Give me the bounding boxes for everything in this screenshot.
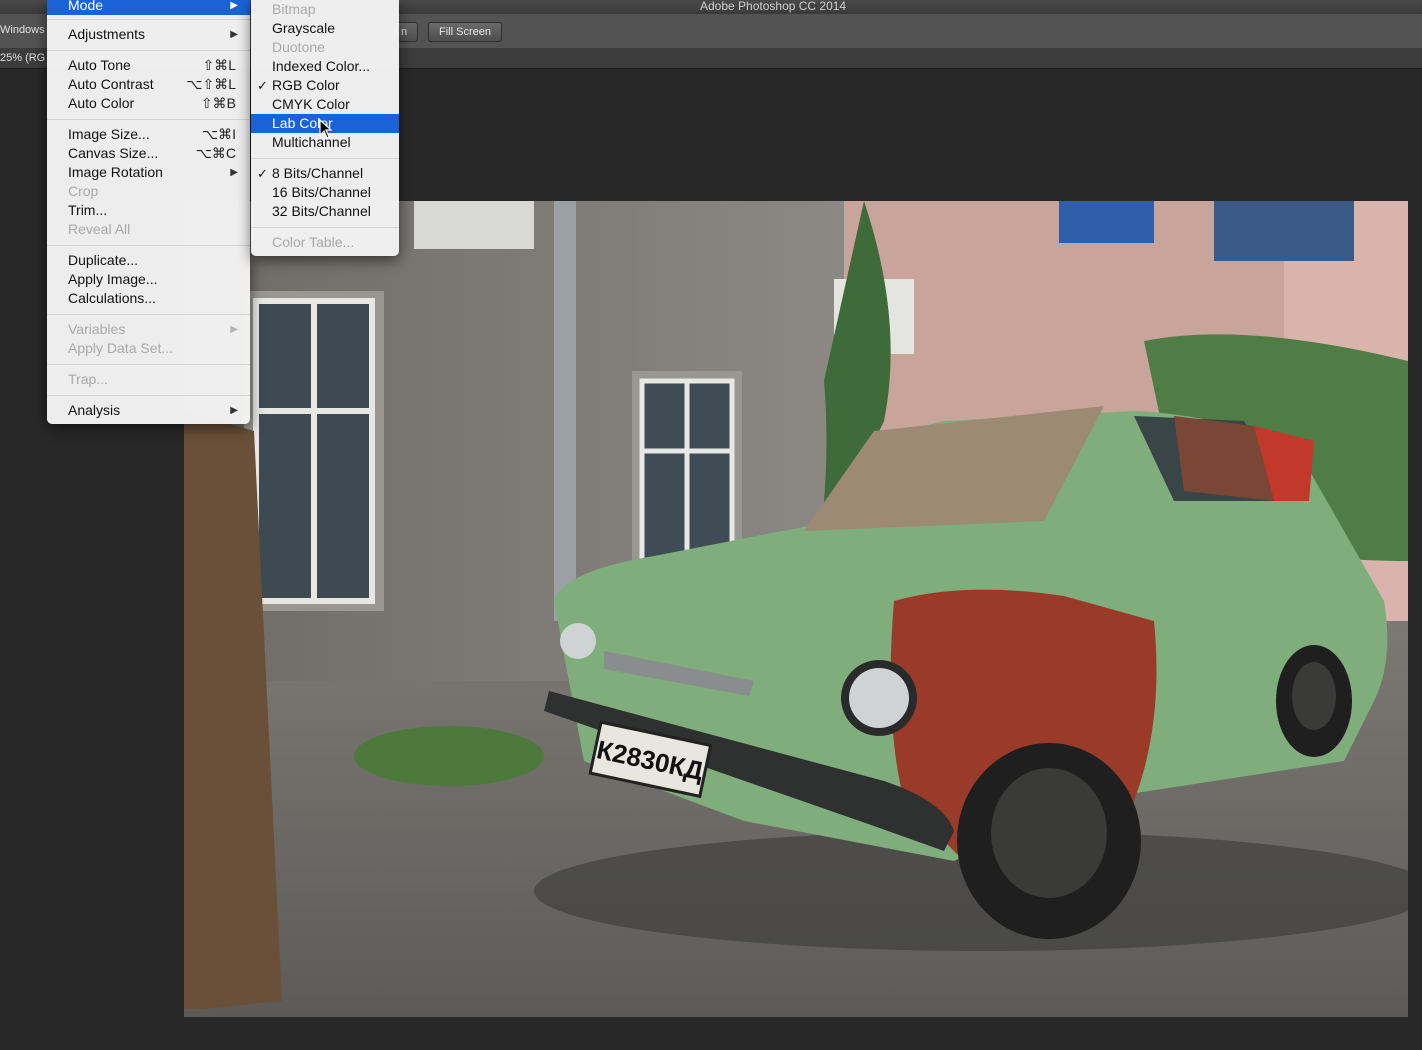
menu-item-label: Variables <box>68 321 126 337</box>
menu-item-label: Auto Contrast <box>68 76 154 92</box>
menu-item-auto-contrast[interactable]: Auto Contrast ⌥⇧⌘L <box>47 75 250 94</box>
menu-item-label: RGB Color <box>272 77 340 93</box>
menu-separator <box>47 50 250 51</box>
mode-item-cmyk-color[interactable]: CMYK Color <box>251 95 399 114</box>
shortcut-label: ⌥⌘I <box>201 126 236 142</box>
menu-separator <box>251 227 399 228</box>
menu-separator <box>47 119 250 120</box>
mode-item-bitmap: Bitmap <box>251 0 399 19</box>
menu-item-label: 16 Bits/Channel <box>272 184 371 200</box>
menu-item-trim[interactable]: Trim... <box>47 201 250 220</box>
menu-item-analysis[interactable]: Analysis ▶ <box>47 401 250 420</box>
menu-item-image-rotation[interactable]: Image Rotation ▶ <box>47 163 250 182</box>
menu-item-label: Apply Image... <box>68 271 158 287</box>
menu-item-auto-color[interactable]: Auto Color ⇧⌘B <box>47 94 250 113</box>
menu-item-label: Mode <box>68 0 104 13</box>
mode-item-indexed-color[interactable]: Indexed Color... <box>251 57 399 76</box>
menu-item-trap: Trap... <box>47 370 250 389</box>
menu-item-apply-image[interactable]: Apply Image... <box>47 270 250 289</box>
photo-illustration: К2830КД <box>184 201 1408 1017</box>
menu-item-label: Duplicate... <box>68 252 139 268</box>
menu-separator <box>251 158 399 159</box>
windows-label: Windows <box>0 24 45 36</box>
menu-item-label: 8 Bits/Channel <box>272 165 364 181</box>
mode-item-16-bits[interactable]: 16 Bits/Channel <box>251 183 399 202</box>
menu-item-label: Trap... <box>68 371 108 387</box>
checkmark-icon: ✓ <box>257 166 268 181</box>
menu-item-label: 32 Bits/Channel <box>272 203 371 219</box>
menu-item-calculations[interactable]: Calculations... <box>47 289 250 308</box>
menu-item-label: Crop <box>68 183 99 199</box>
menu-item-label: Duotone <box>272 39 325 55</box>
shortcut-label: ⇧⌘B <box>200 95 236 111</box>
menu-item-label: CMYK Color <box>272 96 350 112</box>
menu-item-label: Image Size... <box>68 126 150 142</box>
submenu-arrow-icon: ▶ <box>230 324 238 335</box>
menu-separator <box>47 245 250 246</box>
menu-item-crop: Crop <box>47 182 250 201</box>
menu-item-mode[interactable]: Mode ▶ <box>47 0 250 15</box>
menu-item-label: Auto Color <box>68 95 135 111</box>
menu-item-label: Calculations... <box>68 290 156 306</box>
menu-item-label: Apply Data Set... <box>68 340 174 356</box>
shortcut-label: ⇧⌘L <box>202 57 236 73</box>
menu-separator <box>47 395 250 396</box>
mouse-cursor-icon <box>319 119 333 139</box>
menu-item-label: Adjustments <box>68 26 146 42</box>
menu-item-label: Bitmap <box>272 1 316 17</box>
menu-item-canvas-size[interactable]: Canvas Size... ⌥⌘C <box>47 144 250 163</box>
menu-item-label: Canvas Size... <box>68 145 159 161</box>
menu-item-label: Trim... <box>68 202 108 218</box>
app-title: Adobe Photoshop CC 2014 <box>700 0 847 13</box>
menu-item-duplicate[interactable]: Duplicate... <box>47 251 250 270</box>
menu-item-label: Multichannel <box>272 134 351 150</box>
menu-item-label: Grayscale <box>272 20 336 36</box>
menu-item-label: Auto Tone <box>68 57 131 73</box>
menu-item-label: Reveal All <box>68 221 131 237</box>
checkmark-icon: ✓ <box>257 78 268 93</box>
menu-item-label: Image Rotation <box>68 164 163 180</box>
document-tab[interactable]: 25% (RG <box>0 52 45 64</box>
menu-item-variables: Variables ▶ <box>47 320 250 339</box>
menu-separator <box>47 314 250 315</box>
menu-item-label: Analysis <box>68 402 121 418</box>
mode-item-grayscale[interactable]: Grayscale <box>251 19 399 38</box>
menu-item-auto-tone[interactable]: Auto Tone ⇧⌘L <box>47 56 250 75</box>
image-menu: Mode ▶ Adjustments ▶ Auto Tone ⇧⌘L Auto … <box>47 0 250 424</box>
menu-item-reveal-all: Reveal All <box>47 220 250 239</box>
menu-separator <box>47 364 250 365</box>
fill-screen-button[interactable]: Fill Screen <box>428 22 502 42</box>
menu-item-image-size[interactable]: Image Size... ⌥⌘I <box>47 125 250 144</box>
mode-item-duotone: Duotone <box>251 38 399 57</box>
mode-item-32-bits[interactable]: 32 Bits/Channel <box>251 202 399 221</box>
menu-item-label: Indexed Color... <box>272 58 371 74</box>
menu-item-apply-data-set: Apply Data Set... <box>47 339 250 358</box>
menu-item-label: Color Table... <box>272 234 355 250</box>
shortcut-label: ⌥⌘C <box>195 145 236 161</box>
shortcut-label: ⌥⇧⌘L <box>186 76 236 92</box>
submenu-arrow-icon: ▶ <box>230 405 238 416</box>
menu-separator <box>47 19 250 20</box>
submenu-arrow-icon: ▶ <box>230 0 238 11</box>
mode-item-8-bits[interactable]: ✓ 8 Bits/Channel <box>251 164 399 183</box>
submenu-arrow-icon: ▶ <box>230 167 238 178</box>
document-photo[interactable]: К2830КД <box>184 201 1408 1017</box>
menu-item-adjustments[interactable]: Adjustments ▶ <box>47 25 250 44</box>
mode-item-color-table: Color Table... <box>251 233 399 252</box>
submenu-arrow-icon: ▶ <box>230 29 238 40</box>
mode-item-rgb-color[interactable]: ✓ RGB Color <box>251 76 399 95</box>
